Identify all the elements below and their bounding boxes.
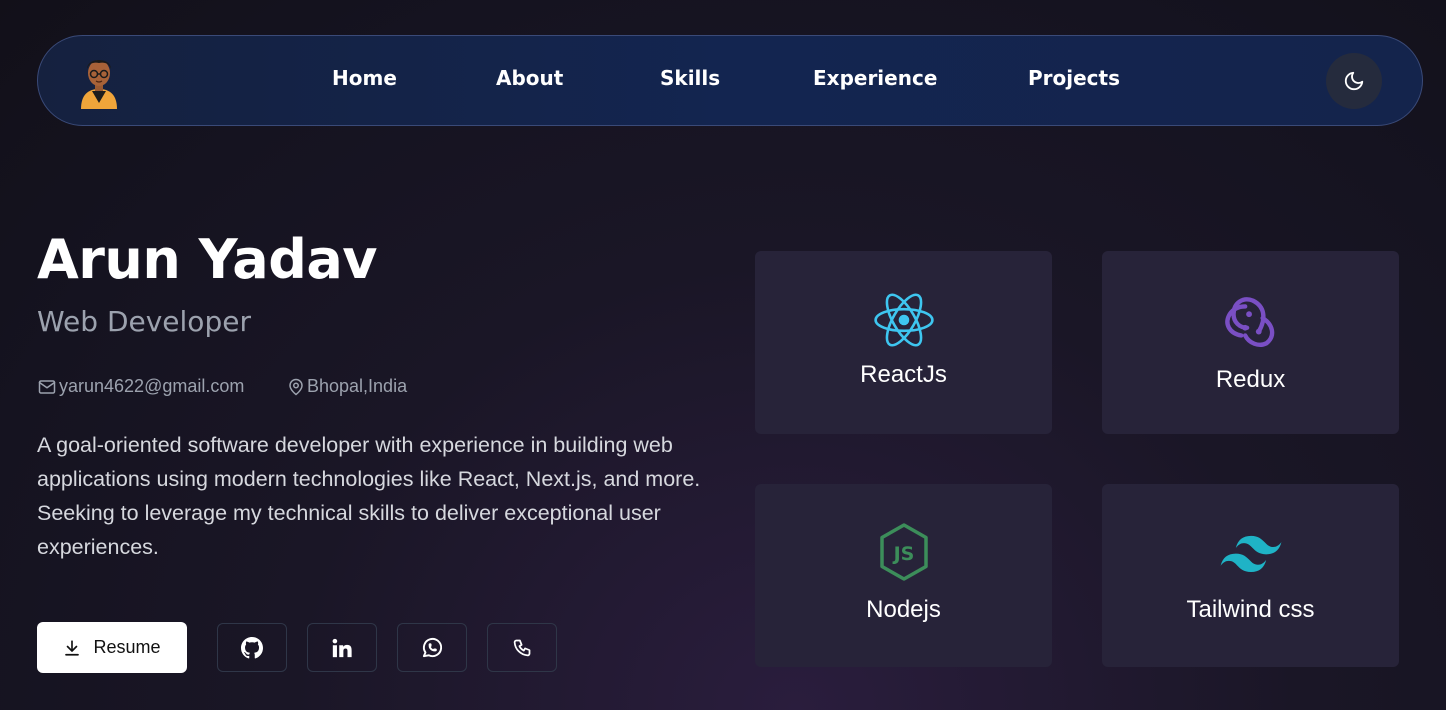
github-button[interactable] xyxy=(217,623,287,672)
skill-card-redux[interactable]: Redux xyxy=(1102,251,1399,434)
skill-label: Tailwind css xyxy=(1186,596,1315,623)
nav-skills[interactable]: Skills xyxy=(660,66,720,90)
email-contact[interactable]: yarun4622@gmail.com xyxy=(37,376,244,397)
email-text: yarun4622@gmail.com xyxy=(59,376,245,396)
mail-icon xyxy=(38,379,56,394)
skill-card-reactjs[interactable]: ReactJs xyxy=(755,251,1052,434)
skill-label: Nodejs xyxy=(866,596,941,623)
nav-experience[interactable]: Experience xyxy=(813,66,937,90)
hero-name: Arun Yadav xyxy=(37,228,378,291)
nav-about[interactable]: About xyxy=(496,66,563,90)
nav-projects[interactable]: Projects xyxy=(1028,66,1120,90)
nodejs-icon: JS xyxy=(879,523,928,581)
avatar[interactable] xyxy=(78,53,120,109)
linkedin-icon xyxy=(332,638,352,657)
moon-icon xyxy=(1344,71,1364,91)
hero-bio: A goal-oriented software developer with … xyxy=(37,433,701,559)
phone-icon xyxy=(513,639,530,657)
tailwind-icon xyxy=(1220,535,1281,572)
skill-card-nodejs[interactable]: JS Nodejs xyxy=(755,484,1052,667)
redux-icon xyxy=(1224,297,1274,347)
map-pin-icon xyxy=(289,378,303,395)
theme-toggle-button[interactable] xyxy=(1326,53,1382,109)
svg-text:JS: JS xyxy=(891,543,914,565)
skill-label: ReactJs xyxy=(860,361,947,388)
resume-button[interactable]: Resume xyxy=(37,622,187,673)
location-contact: Bhopal,India xyxy=(287,376,407,397)
navbar: Home About Skills Experience Projects xyxy=(37,35,1423,126)
github-icon xyxy=(241,636,263,658)
hero-role: Web Developer xyxy=(37,305,251,338)
download-icon xyxy=(65,639,80,656)
nav-home[interactable]: Home xyxy=(332,66,397,90)
linkedin-button[interactable] xyxy=(307,623,377,672)
phone-button[interactable] xyxy=(487,623,557,672)
skill-card-tailwind[interactable]: Tailwind css xyxy=(1102,484,1399,667)
skill-label: Redux xyxy=(1215,366,1286,393)
react-icon xyxy=(873,293,934,347)
location-text: Bhopal,India xyxy=(307,376,408,396)
whatsapp-button[interactable] xyxy=(397,623,467,672)
whatsapp-icon xyxy=(422,637,442,658)
resume-label: Resume xyxy=(93,637,161,657)
